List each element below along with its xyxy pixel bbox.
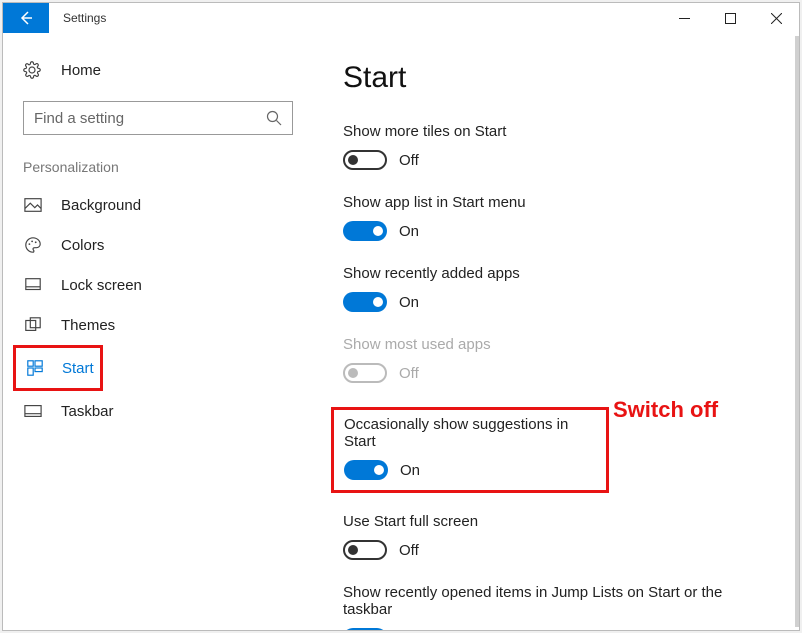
setting-app-list: Show app list in Start menu On xyxy=(343,194,779,241)
maximize-icon xyxy=(725,13,736,24)
close-button[interactable] xyxy=(753,3,799,33)
sidebar-item-background[interactable]: Background xyxy=(3,185,313,225)
sidebar-item-label: Lock screen xyxy=(61,277,142,294)
themes-icon xyxy=(23,316,43,334)
setting-fullscreen: Use Start full screen Off xyxy=(343,513,779,560)
sidebar-item-themes[interactable]: Themes xyxy=(3,305,313,345)
setting-label: Use Start full screen xyxy=(343,513,779,530)
main-panel: Start Show more tiles on Start Off Show … xyxy=(313,33,799,630)
picture-icon xyxy=(23,196,43,214)
start-icon xyxy=(26,359,44,377)
arrow-left-icon xyxy=(18,10,34,26)
setting-more-tiles: Show more tiles on Start Off xyxy=(343,123,779,170)
toggle-app-list[interactable] xyxy=(343,221,387,241)
minimize-icon xyxy=(679,13,690,24)
toggle-jumplists[interactable] xyxy=(343,628,387,630)
minimize-button[interactable] xyxy=(661,3,707,33)
sidebar-item-label: Start xyxy=(62,360,94,377)
sidebar-item-label: Background xyxy=(61,197,141,214)
section-label: Personalization xyxy=(3,159,313,185)
setting-label: Show most used apps xyxy=(343,336,779,353)
lockscreen-icon xyxy=(23,276,43,294)
setting-most-used: Show most used apps Off xyxy=(343,336,779,383)
toggle-most-used xyxy=(343,363,387,383)
sidebar-item-label: Colors xyxy=(61,237,104,254)
close-icon xyxy=(771,13,782,24)
sidebar-item-start[interactable]: Start xyxy=(13,345,103,391)
setting-suggestions: Occasionally show suggestions in Start O… xyxy=(344,416,596,480)
setting-label: Show app list in Start menu xyxy=(343,194,779,211)
scrollbar[interactable] xyxy=(795,36,799,627)
search-box[interactable] xyxy=(23,101,293,135)
annotation-switch-off: Switch off xyxy=(613,397,718,423)
setting-label: Show recently added apps xyxy=(343,265,779,282)
toggle-state-text: On xyxy=(399,294,419,311)
toggle-state-text: Off xyxy=(399,152,419,169)
setting-recently-added: Show recently added apps On xyxy=(343,265,779,312)
settings-window: Settings Home Personalization Background xyxy=(2,2,800,631)
taskbar-icon xyxy=(23,402,43,420)
toggle-state-text: Off xyxy=(399,542,419,559)
body: Home Personalization Background Colors L… xyxy=(3,33,799,630)
window-controls xyxy=(661,3,799,33)
setting-label: Show recently opened items in Jump Lists… xyxy=(343,584,743,618)
setting-label: Occasionally show suggestions in Start xyxy=(344,416,596,450)
toggle-more-tiles[interactable] xyxy=(343,150,387,170)
sidebar-item-label: Themes xyxy=(61,317,115,334)
highlight-box: Occasionally show suggestions in Start O… xyxy=(331,407,609,493)
palette-icon xyxy=(23,236,43,254)
toggle-state-text: On xyxy=(399,223,419,240)
sidebar-item-lockscreen[interactable]: Lock screen xyxy=(3,265,313,305)
setting-jumplists: Show recently opened items in Jump Lists… xyxy=(343,584,779,630)
toggle-state-text: On xyxy=(399,630,419,631)
sidebar: Home Personalization Background Colors L… xyxy=(3,33,313,630)
maximize-button[interactable] xyxy=(707,3,753,33)
gear-icon xyxy=(23,61,43,79)
titlebar: Settings xyxy=(3,3,799,33)
back-button[interactable] xyxy=(3,3,49,33)
toggle-recently-added[interactable] xyxy=(343,292,387,312)
setting-label: Show more tiles on Start xyxy=(343,123,779,140)
page-title: Start xyxy=(343,61,779,95)
sidebar-item-taskbar[interactable]: Taskbar xyxy=(3,391,313,431)
sidebar-item-label: Taskbar xyxy=(61,403,114,420)
home-nav[interactable]: Home xyxy=(3,51,313,89)
toggle-state-text: On xyxy=(400,462,420,479)
search-icon xyxy=(266,110,282,126)
toggle-suggestions[interactable] xyxy=(344,460,388,480)
window-title: Settings xyxy=(63,11,106,25)
toggle-fullscreen[interactable] xyxy=(343,540,387,560)
search-input[interactable] xyxy=(34,110,266,127)
sidebar-item-colors[interactable]: Colors xyxy=(3,225,313,265)
home-label: Home xyxy=(61,62,101,79)
toggle-state-text: Off xyxy=(399,365,419,382)
